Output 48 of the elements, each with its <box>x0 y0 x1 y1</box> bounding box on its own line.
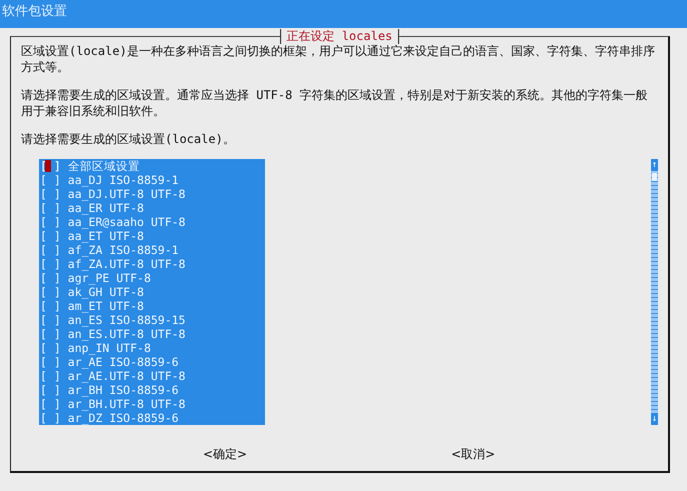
locale-label: aa_ER UTF-8 <box>68 201 144 215</box>
locale-label: ar_AE ISO-8859-6 <box>68 355 179 369</box>
checkbox[interactable]: [ ] <box>40 383 61 397</box>
checkbox[interactable]: [ ] <box>40 369 61 383</box>
checkbox[interactable]: [ ] <box>40 173 61 187</box>
locale-label: an_ES ISO-8859-15 <box>68 313 186 327</box>
locale-label: 全部区域设置 <box>68 159 140 173</box>
dialog-title: 正在设定 locales <box>280 29 400 44</box>
checkbox[interactable]: [ ] <box>40 201 61 215</box>
locale-label: aa_DJ ISO-8859-1 <box>68 173 179 187</box>
cancel-button[interactable]: <取消> <box>449 446 498 463</box>
window-title: 软件包设置 <box>1 3 67 20</box>
scrollbar[interactable]: ↑ ↓ <box>651 159 658 425</box>
locale-label: an_ES.UTF-8 UTF-8 <box>68 327 186 341</box>
checkbox[interactable]: [ ] <box>40 411 61 425</box>
locale-label: aa_ER@saaho UTF-8 <box>68 215 186 229</box>
description-text: 请选择需要生成的区域设置。通常应当选择 UTF-8 字符集的区域设置，特别是对于新安装的系统。其他的字符集一般用于兼容旧系统和旧软件。 <box>21 87 649 119</box>
checkbox[interactable]: [ ] <box>40 299 61 313</box>
checkbox[interactable]: [ ] <box>40 187 61 201</box>
ok-button[interactable]: <确定> <box>201 446 250 463</box>
checkbox[interactable]: [ ] <box>40 313 61 327</box>
scrollbar-thumb[interactable] <box>652 173 657 181</box>
locale-label: aa_DJ.UTF-8 UTF-8 <box>68 187 186 201</box>
locale-label: af_ZA.UTF-8 UTF-8 <box>68 257 186 271</box>
locale-label: ar_BH.UTF-8 UTF-8 <box>68 397 186 411</box>
checkbox[interactable]: [ ] <box>40 229 61 243</box>
cursor-block <box>45 160 51 172</box>
checkbox[interactable]: [ ] <box>40 285 61 299</box>
locale-label: am_ET UTF-8 <box>68 299 144 313</box>
locale-label: aa_ET UTF-8 <box>68 229 144 243</box>
locale-label: anp_IN UTF-8 <box>68 341 151 355</box>
locale-label: ak_GH UTF-8 <box>68 285 144 299</box>
checkbox[interactable]: [ ] <box>40 397 61 411</box>
locale-label: agr_PE UTF-8 <box>68 271 151 285</box>
locale-label: ar_BH ISO-8859-6 <box>68 383 179 397</box>
checkbox[interactable]: [ ] <box>40 327 61 341</box>
checkbox[interactable]: [ ] <box>40 341 61 355</box>
locale-label: af_ZA ISO-8859-1 <box>68 243 179 257</box>
checkbox[interactable]: [ ] <box>40 159 61 173</box>
description-text: 区域设置(locale)是一种在多种语言之间切换的框架，用户可以通过它来设定自己的语言、国家、字符集、字符串排序方式等。 <box>21 43 656 75</box>
checkbox[interactable]: [ ] <box>40 257 61 271</box>
locale-label: ar_AE.UTF-8 UTF-8 <box>68 369 186 383</box>
checkbox[interactable]: [ ] <box>40 271 61 285</box>
checkbox[interactable]: [ ] <box>40 215 61 229</box>
description-text: 请选择需要生成的区域设置(locale)。 <box>21 131 236 147</box>
checkbox[interactable]: [ ] <box>40 243 61 257</box>
locale-label: ar_DZ ISO-8859-6 <box>68 411 179 425</box>
checkbox[interactable]: [ ] <box>40 355 61 369</box>
